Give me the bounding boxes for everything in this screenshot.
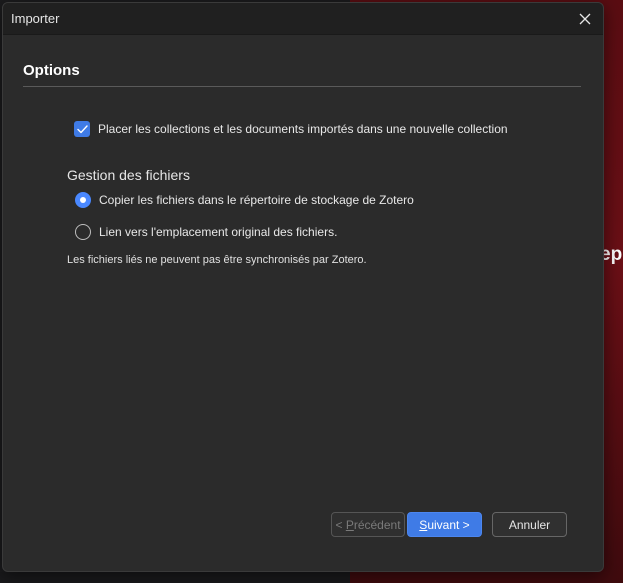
title-bar: Importer [3, 3, 603, 35]
section-divider [23, 86, 581, 87]
background-app-footer [0, 572, 350, 583]
next-accelerator: S [419, 517, 428, 532]
file-handling-label: Gestion des fichiers [67, 167, 190, 183]
previous-button[interactable]: < Précédent [331, 512, 405, 537]
close-icon [579, 13, 591, 25]
next-label: uivant > [427, 517, 470, 532]
window-title: Importer [11, 11, 60, 26]
checkmark-icon [76, 124, 88, 133]
copy-files-label: Copier les fichiers dans le répertoire d… [99, 193, 414, 207]
new-collection-checkbox[interactable] [74, 121, 90, 137]
copy-files-option[interactable]: Copier les fichiers dans le répertoire d… [75, 192, 414, 208]
sync-note: Les fichiers liés ne peuvent pas être sy… [67, 254, 367, 266]
new-collection-label: Placer les collections et les documents … [98, 122, 508, 136]
new-collection-option[interactable]: Placer les collections et les documents … [74, 121, 508, 137]
link-files-label: Lien vers l'emplacement original des fic… [99, 225, 338, 239]
next-button[interactable]: Suivant > [407, 512, 482, 537]
section-title: Options [23, 62, 80, 79]
import-dialog: Importer Options Placer les collections … [2, 2, 604, 572]
copy-files-radio[interactable] [75, 192, 91, 208]
previous-label: récédent [353, 517, 401, 532]
previous-accelerator: P [345, 517, 354, 532]
previous-prefix: < [335, 517, 346, 532]
close-button[interactable] [573, 7, 597, 31]
link-files-option[interactable]: Lien vers l'emplacement original des fic… [75, 224, 337, 240]
cancel-button[interactable]: Annuler [492, 512, 567, 537]
link-files-radio[interactable] [75, 224, 91, 240]
